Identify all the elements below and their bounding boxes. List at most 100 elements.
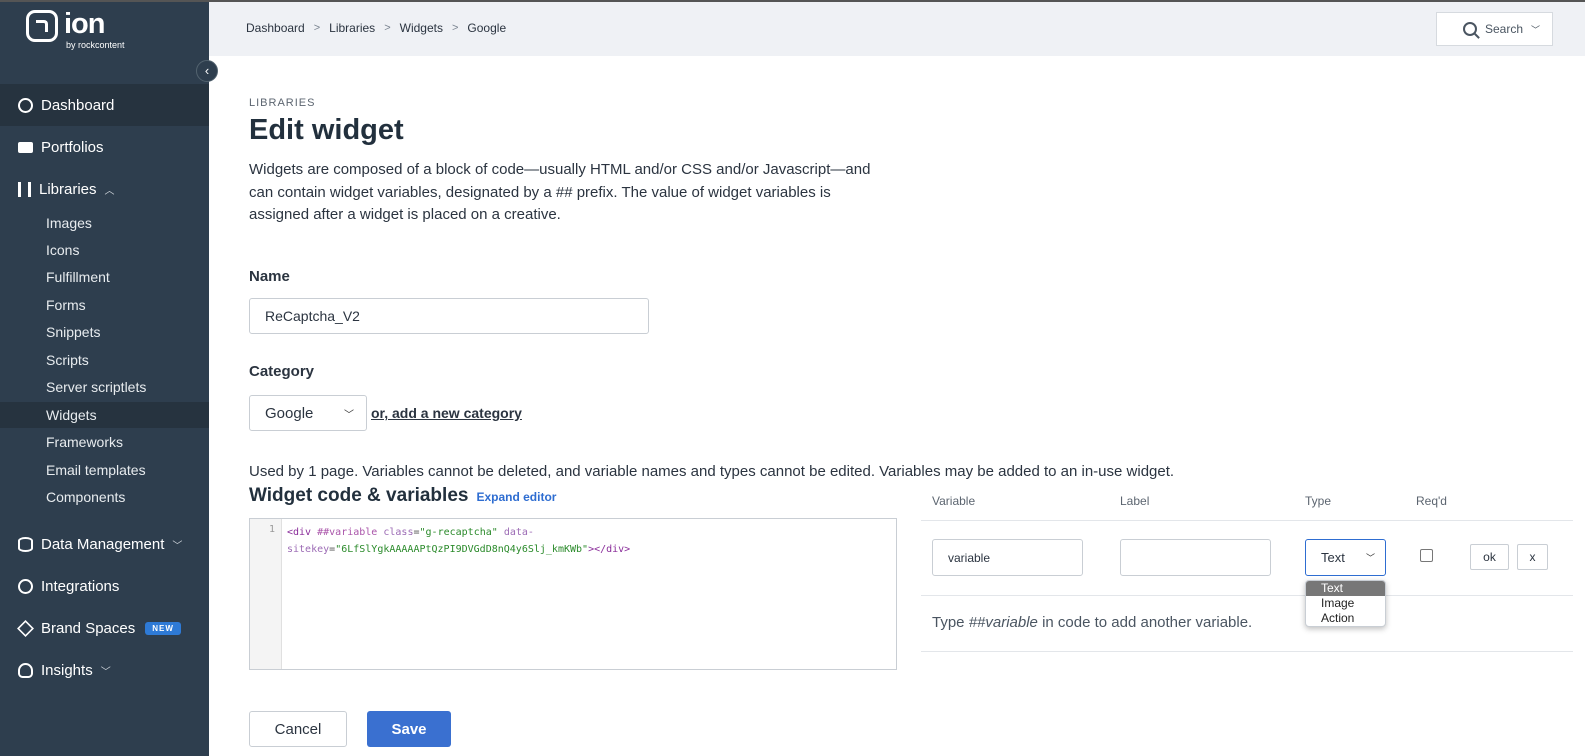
category-label: Category xyxy=(249,363,315,380)
top-header: Dashboard > Libraries > Widgets > Google… xyxy=(209,2,1585,56)
code-token: "g-recaptcha" xyxy=(419,527,498,538)
column-header-required: Req'd xyxy=(1416,494,1447,508)
code-title-text: Widget code & variables xyxy=(249,485,469,506)
sidebar-subitem-email-templates[interactable]: Email templates xyxy=(0,457,209,483)
sidebar-subitem-frameworks[interactable]: Frameworks xyxy=(0,429,209,455)
type-option-image[interactable]: Image xyxy=(1306,596,1385,611)
sidebar-item-label: Data Management xyxy=(41,535,165,553)
sidebar-subitem-server-scriptlets[interactable]: Server scriptlets xyxy=(0,374,209,400)
collapse-sidebar-button[interactable]: ‹ xyxy=(196,60,218,82)
sidebar-subitem-images[interactable]: Images xyxy=(0,210,209,236)
ok-button[interactable]: ok xyxy=(1470,544,1509,570)
cancel-button[interactable]: Cancel xyxy=(249,711,347,747)
variable-name-input[interactable] xyxy=(932,539,1083,576)
hint-prefix: Type xyxy=(932,614,969,631)
books-icon xyxy=(18,181,31,197)
new-badge: NEW xyxy=(145,621,181,635)
page-title: Edit widget xyxy=(249,114,404,146)
sidebar-subitem-scripts[interactable]: Scripts xyxy=(0,347,209,373)
required-checkbox[interactable] xyxy=(1420,549,1433,562)
column-header-variable: Variable xyxy=(932,494,976,508)
page-description: Widgets are composed of a block of code—… xyxy=(249,161,871,223)
hint-code: ##variable xyxy=(968,614,1038,631)
sidebar: ion by rockcontent Dashboard Portfolios … xyxy=(0,0,209,756)
code-content[interactable]: <div ##variable class="g-recaptcha" data… xyxy=(287,524,887,558)
category-value: Google xyxy=(265,404,314,422)
search-button[interactable]: Search ﹀ xyxy=(1436,12,1553,46)
category-select[interactable]: Google ﹀ xyxy=(249,395,367,431)
expand-editor-link[interactable]: Expand editor xyxy=(476,490,556,504)
sidebar-item-brand-spaces[interactable]: Brand Spaces NEW xyxy=(0,607,209,649)
sidebar-subitem-forms[interactable]: Forms xyxy=(0,292,209,318)
sidebar-item-dashboard[interactable]: Dashboard xyxy=(0,84,209,126)
sidebar-subitem-widgets[interactable]: Widgets xyxy=(0,402,209,428)
sidebar-item-label: Insights xyxy=(41,661,93,679)
chevron-down-icon: ﹀ xyxy=(1365,553,1375,563)
chevron-down-icon: ﹀ xyxy=(172,540,183,552)
cube-icon xyxy=(17,619,34,637)
add-variable-hint: Type ##variable in code to add another v… xyxy=(932,614,1252,631)
remove-button[interactable]: x xyxy=(1517,544,1548,570)
breadcrumb-separator: > xyxy=(451,22,459,34)
breadcrumb-item-current: Google xyxy=(467,21,507,35)
window-top-border xyxy=(0,0,1585,2)
column-header-label: Label xyxy=(1120,494,1150,508)
search-icon xyxy=(1463,22,1477,36)
add-category-link[interactable]: or, add a new category xyxy=(371,405,522,421)
code-token: ></div> xyxy=(588,544,631,555)
variable-label-input[interactable] xyxy=(1120,539,1271,576)
user-circle-icon xyxy=(18,97,33,113)
name-input[interactable] xyxy=(249,298,649,334)
code-token: data- xyxy=(503,527,534,538)
page-eyebrow: LIBRARIES xyxy=(249,97,316,109)
search-label: Search xyxy=(1485,22,1524,36)
brand-name: ion xyxy=(64,8,105,40)
usage-note: Used by 1 page. Variables cannot be dele… xyxy=(249,463,1175,480)
type-option-text[interactable]: Text xyxy=(1306,581,1385,596)
sidebar-item-portfolios[interactable]: Portfolios xyxy=(0,126,209,168)
ion-logo-icon xyxy=(26,10,58,42)
sidebar-subitem-icons[interactable]: Icons xyxy=(0,237,209,263)
sidebar-item-label: Portfolios xyxy=(41,138,104,156)
hint-suffix: in code to add another variable. xyxy=(1037,614,1253,631)
breadcrumb: Dashboard > Libraries > Widgets > Google xyxy=(246,21,506,35)
breadcrumb-item-libraries[interactable]: Libraries xyxy=(329,21,375,35)
breadcrumb-separator: > xyxy=(313,22,321,34)
sidebar-item-integrations[interactable]: Integrations xyxy=(0,565,209,607)
folder-icon xyxy=(18,141,33,153)
chevron-up-icon: ︿ xyxy=(104,185,115,197)
sidebar-subitem-components[interactable]: Components xyxy=(0,484,209,510)
sidebar-item-insights[interactable]: Insights ﹀ xyxy=(0,649,209,691)
code-token: <div xyxy=(287,527,312,538)
type-dropdown-menu: Text Image Action xyxy=(1305,580,1386,627)
column-header-type: Type xyxy=(1305,494,1332,508)
breadcrumb-separator: > xyxy=(384,22,391,34)
code-section-title: Widget code & variables Expand editor xyxy=(249,485,556,507)
sidebar-item-data-management[interactable]: Data Management ﹀ xyxy=(0,523,209,565)
code-editor[interactable]: 1 <div ##variable class="g-recaptcha" da… xyxy=(249,518,897,670)
save-button[interactable]: Save xyxy=(367,711,451,747)
name-label: Name xyxy=(249,268,290,285)
line-number-gutter: 1 xyxy=(250,519,282,669)
type-option-action[interactable]: Action xyxy=(1306,611,1385,626)
lightbulb-icon xyxy=(18,662,33,678)
breadcrumb-item-widgets[interactable]: Widgets xyxy=(400,21,443,35)
sidebar-subitem-snippets[interactable]: Snippets xyxy=(0,319,209,345)
type-select-value: Text xyxy=(1321,550,1345,565)
brand-sub: by rockcontent xyxy=(66,40,125,50)
sidebar-item-libraries[interactable]: Libraries ︿ xyxy=(0,168,209,210)
variable-type-select[interactable]: Text ﹀ xyxy=(1305,539,1386,576)
globe-icon xyxy=(18,578,33,594)
sidebar-item-label: Libraries xyxy=(39,180,97,198)
chevron-down-icon: ﹀ xyxy=(344,409,354,421)
code-token: sitekey xyxy=(287,544,330,555)
breadcrumb-item-dashboard[interactable]: Dashboard xyxy=(246,21,305,35)
database-icon xyxy=(18,536,33,552)
code-token: class xyxy=(383,527,414,538)
chevron-down-icon: ﹀ xyxy=(1531,24,1541,35)
brand-logo[interactable]: ion by rockcontent xyxy=(26,8,125,50)
code-token: "6LfSlYgkAAAAAPtQzPI9DVGdD8nQ4y6Slj_kmKW… xyxy=(335,544,589,555)
sidebar-item-label: Integrations xyxy=(41,577,120,595)
sidebar-item-label: Dashboard xyxy=(41,96,115,114)
sidebar-subitem-fulfillment[interactable]: Fulfillment xyxy=(0,264,209,290)
